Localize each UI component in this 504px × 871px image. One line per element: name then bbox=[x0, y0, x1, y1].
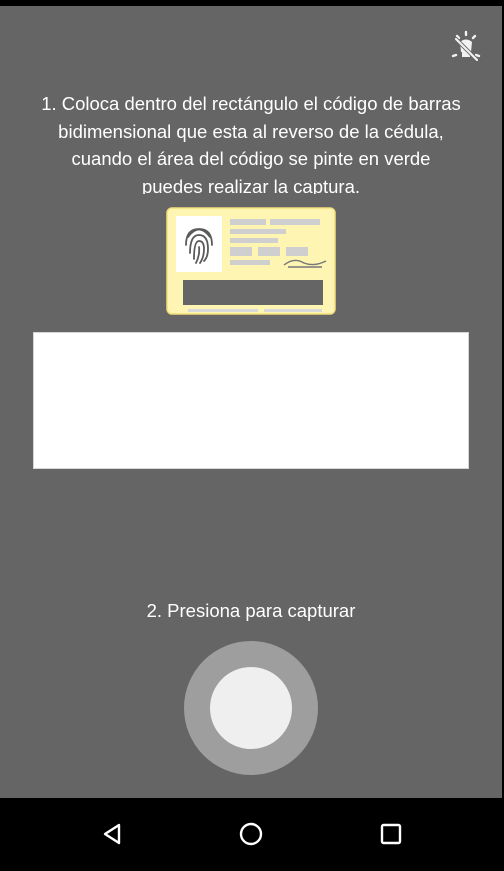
flash-toggle-button[interactable] bbox=[446, 26, 486, 66]
nav-back-button[interactable] bbox=[94, 816, 130, 852]
instruction-line: cuando el área del código se pinte en ve… bbox=[71, 148, 431, 169]
capture-label: 2. Presiona para capturar bbox=[146, 600, 356, 621]
instruction-line: 1. Coloca dentro del rectángulo el códig… bbox=[41, 93, 461, 114]
flash-off-icon bbox=[451, 30, 481, 62]
instruction-line: puedes realizar la captura. bbox=[141, 175, 361, 195]
back-triangle-icon bbox=[103, 823, 121, 845]
id-card-back-icon bbox=[166, 207, 336, 315]
nav-home-button[interactable] bbox=[233, 816, 269, 852]
instruction-line: bidimensional que esta al reverso de la … bbox=[58, 120, 444, 142]
capture-button-inner[interactable] bbox=[210, 667, 292, 749]
barcode-scan-area bbox=[33, 332, 469, 469]
camera-preview-screen: 1. Coloca dentro del rectángulo el códig… bbox=[0, 6, 502, 798]
instructions-text: 1. Coloca dentro del rectángulo el códig… bbox=[20, 90, 482, 194]
recent-square-icon bbox=[380, 823, 402, 845]
home-circle-icon bbox=[239, 822, 263, 846]
navigation-bar bbox=[0, 798, 502, 871]
nav-recent-apps-button[interactable] bbox=[373, 816, 409, 852]
capture-button[interactable] bbox=[184, 641, 318, 775]
